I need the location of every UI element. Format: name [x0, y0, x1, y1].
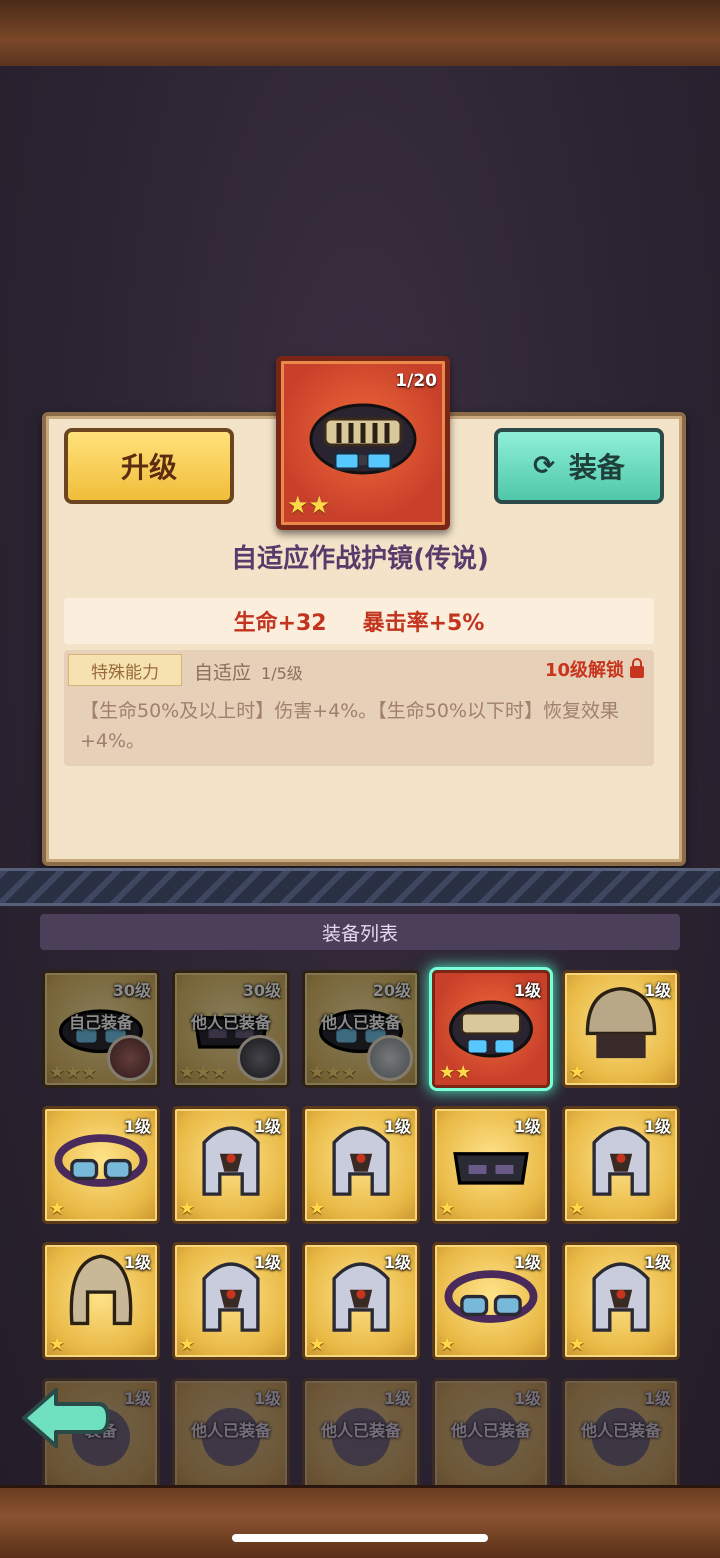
ability-unlock: 10级解锁: [545, 656, 644, 682]
ability-description: 【生命50%及以上时】伤害+4%。【生命50%以下时】恢复效果+4%。: [80, 700, 620, 752]
back-arrow-icon[interactable]: [18, 1384, 112, 1452]
equipment-slot[interactable]: 1级 ★: [562, 1242, 680, 1360]
slot-stars: ★: [569, 1062, 586, 1083]
equipment-slot[interactable]: 1级 ★: [302, 1242, 420, 1360]
swap-icon: ⟳: [533, 451, 555, 481]
equip-button[interactable]: ⟳ 装备: [494, 428, 664, 504]
slot-owner: 他人已装备: [320, 1013, 401, 1032]
slot-level: 1级: [123, 1389, 151, 1408]
slot-stars: ★★★: [49, 1062, 98, 1083]
slot-level: 1级: [253, 1253, 281, 1272]
equipment-slot[interactable]: 1级 ★: [432, 1106, 550, 1224]
slot-stars: ★: [309, 1334, 326, 1355]
slot-level: 1级: [643, 981, 671, 1000]
ability-tag: 特殊能力: [68, 654, 182, 686]
equipment-slot[interactable]: 1级 ★: [562, 1106, 680, 1224]
hero-avatar: [367, 1035, 413, 1081]
equipment-slot[interactable]: 1级 ★★: [432, 970, 550, 1088]
slot-level: 20级: [372, 981, 411, 1000]
slot-level: 1级: [253, 1389, 281, 1408]
slot-owner: 他人已装备: [320, 1421, 401, 1440]
equipment-slot[interactable]: 30级他人已装备 ★★★: [172, 970, 290, 1088]
upgrade-button[interactable]: 升级: [64, 428, 234, 504]
slot-level: 1级: [123, 1253, 151, 1272]
equipment-slot[interactable]: 1级 ★: [562, 970, 680, 1088]
equip-button-label: 装备: [568, 451, 625, 484]
slot-stars: ★: [439, 1334, 456, 1355]
slot-level: 1级: [253, 1117, 281, 1136]
equipment-slot[interactable]: 1级他人已装备: [432, 1378, 550, 1496]
slot-stars: ★★: [439, 1062, 472, 1083]
equipment-slot[interactable]: 20级他人已装备 ★★★: [302, 970, 420, 1088]
equipment-slot[interactable]: 1级他人已装备: [562, 1378, 680, 1496]
slot-level: 1级: [513, 981, 541, 1000]
equipment-slot[interactable]: 1级 ★: [172, 1106, 290, 1224]
slot-stars: ★: [569, 1334, 586, 1355]
slot-owner: 他人已装备: [580, 1421, 661, 1440]
slot-level: 1级: [383, 1117, 411, 1136]
equipment-slot[interactable]: 30级自己装备 ★★★: [42, 970, 160, 1088]
slot-stars: ★★★: [309, 1062, 358, 1083]
slot-owner: 他人已装备: [450, 1421, 531, 1440]
slot-level: 1级: [123, 1117, 151, 1136]
selected-item-card: 1/20 ★★: [276, 356, 450, 530]
equipment-slot[interactable]: 1级他人已装备: [302, 1378, 420, 1496]
slot-owner: 自己装备: [68, 1013, 133, 1032]
slot-owner: 他人已装备: [190, 1421, 271, 1440]
upgrade-button-label: 升级: [120, 451, 177, 484]
equipment-list-header: 装备列表: [40, 914, 680, 950]
slot-level: 1级: [643, 1117, 671, 1136]
equipment-slot[interactable]: 1级 ★: [172, 1242, 290, 1360]
item-stats: 生命+32 暴击率+5%: [64, 598, 654, 644]
divider-rail: [0, 868, 720, 906]
hero-avatar: [107, 1035, 153, 1081]
slot-level: 1级: [643, 1389, 671, 1408]
slot-level: 30级: [112, 981, 151, 1000]
slot-level: 1级: [513, 1117, 541, 1136]
equipment-slot[interactable]: 1级 ★: [302, 1106, 420, 1224]
item-name: 自适应作战护镜(传说): [231, 544, 489, 574]
stat-crit: 暴击率+5%: [362, 611, 485, 636]
hero-avatar: [237, 1035, 283, 1081]
slot-level: 1级: [513, 1253, 541, 1272]
equipment-slot[interactable]: 1级 ★: [42, 1242, 160, 1360]
ability-level: 1/5级: [261, 664, 303, 683]
slot-owner: 他人已装备: [190, 1013, 271, 1032]
item-stars: ★★: [287, 491, 331, 519]
equipment-slot[interactable]: 1级他人已装备: [172, 1378, 290, 1496]
equipment-slot[interactable]: 1级 ★: [432, 1242, 550, 1360]
equipment-slot[interactable]: 1级 ★: [42, 1106, 160, 1224]
slot-stars: ★: [49, 1334, 66, 1355]
bottom-wood-frame: [0, 1485, 720, 1558]
slot-stars: ★: [49, 1198, 66, 1219]
slot-stars: ★: [309, 1198, 326, 1219]
special-ability-box: 特殊能力 自适应 1/5级 10级解锁 【生命50%及以上时】伤害+4%。【生命5…: [64, 650, 654, 766]
slot-level: 1级: [383, 1253, 411, 1272]
ability-name-row: 自适应 1/5级: [194, 658, 303, 685]
home-indicator[interactable]: [232, 1534, 488, 1542]
slot-stars: ★: [179, 1334, 196, 1355]
ability-name: 自适应: [194, 662, 252, 684]
slot-stars: ★: [439, 1198, 456, 1219]
slot-level: 1级: [513, 1389, 541, 1408]
ability-unlock-text: 10级解锁: [544, 660, 624, 681]
slot-stars: ★: [569, 1198, 586, 1219]
stat-hp: 生命+32: [233, 611, 327, 636]
slot-level: 30级: [242, 981, 281, 1000]
slot-stars: ★: [179, 1198, 196, 1219]
slot-stars: ★★★: [179, 1062, 228, 1083]
slot-level: 1级: [383, 1389, 411, 1408]
slot-level: 1级: [643, 1253, 671, 1272]
lock-icon: [630, 658, 644, 678]
top-wood-frame: [0, 0, 720, 69]
